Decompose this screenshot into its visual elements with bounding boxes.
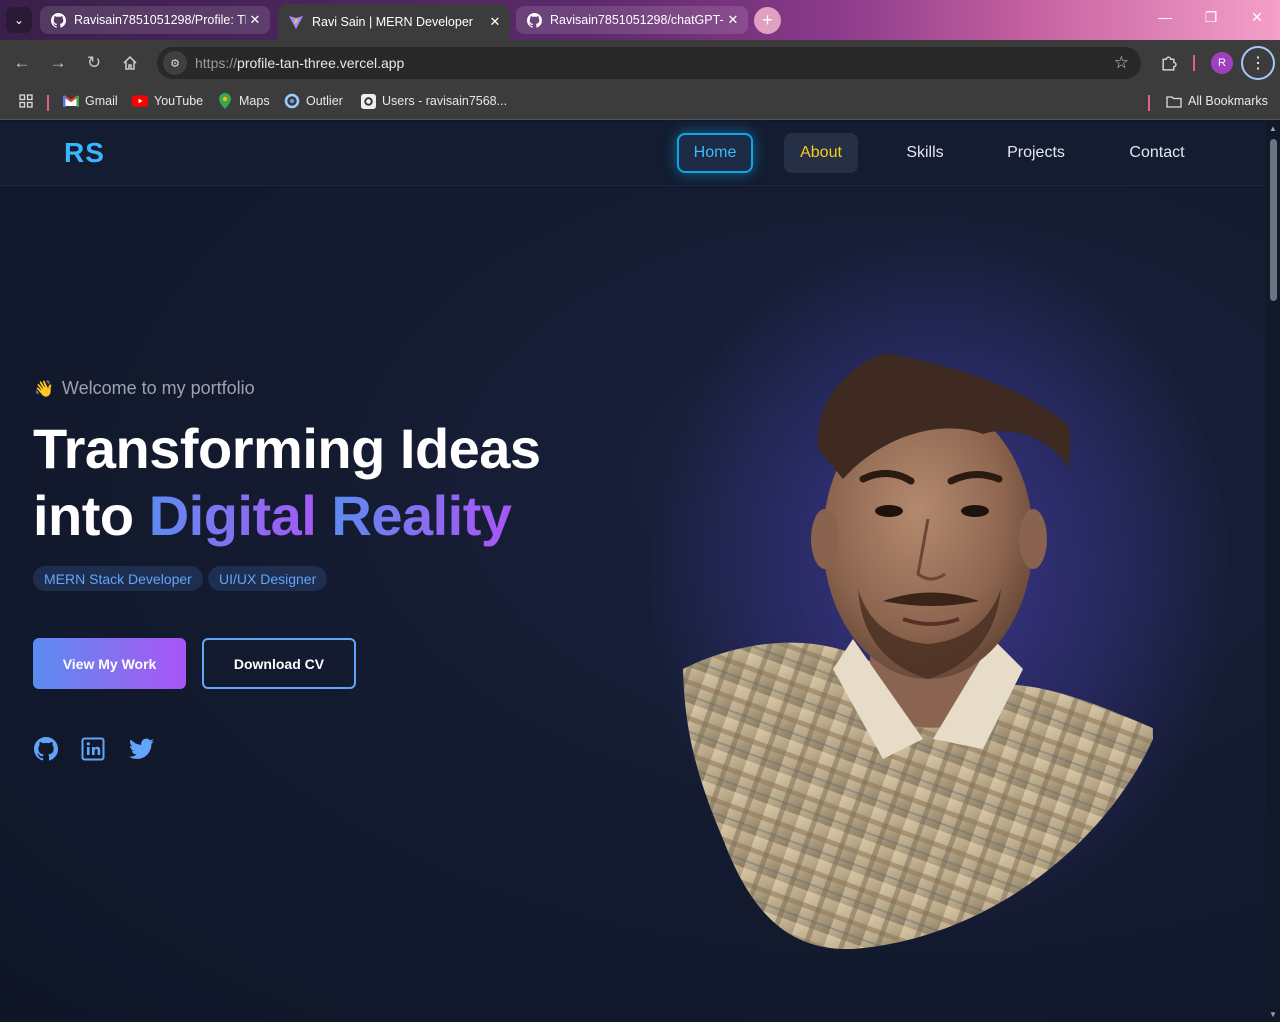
- minimize-button[interactable]: —: [1150, 9, 1180, 25]
- puzzle-icon: [1161, 55, 1177, 71]
- all-bookmarks-label: All Bookmarks: [1188, 94, 1268, 108]
- scroll-down-icon[interactable]: ▼: [1269, 1010, 1277, 1019]
- welcome-text: 👋 Welcome to my portfolio: [34, 378, 255, 399]
- waving-hand-icon: 👋: [34, 380, 54, 398]
- url-text[interactable]: https://profile-tan-three.vercel.app: [195, 55, 404, 71]
- github-icon: [50, 12, 66, 28]
- tab-search-button[interactable]: ⌄: [6, 7, 32, 33]
- bookmark-youtube[interactable]: YouTube: [132, 93, 203, 109]
- nav-skills[interactable]: Skills: [894, 133, 956, 173]
- bookmark-divider: [1148, 95, 1150, 111]
- bookmark-label: Outlier: [306, 94, 343, 108]
- bookmark-label: Maps: [239, 94, 270, 108]
- restore-button[interactable]: ❐: [1196, 9, 1226, 26]
- apps-grid-icon: [18, 93, 34, 109]
- download-cv-button[interactable]: Download CV: [202, 638, 356, 689]
- headline-line-1: Transforming Ideas: [33, 417, 541, 480]
- outlier-icon: [284, 93, 300, 109]
- github-icon: [526, 12, 542, 28]
- nav-contact[interactable]: Contact: [1118, 133, 1196, 173]
- bookmark-label: Gmail: [85, 94, 118, 108]
- plus-icon: +: [762, 10, 773, 30]
- profile-avatar[interactable]: R: [1211, 52, 1233, 74]
- gmail-icon: [63, 93, 79, 109]
- bookmark-users[interactable]: Users - ravisain7568...: [360, 93, 507, 109]
- nav-about[interactable]: About: [784, 133, 858, 173]
- all-bookmarks-button[interactable]: All Bookmarks: [1166, 93, 1268, 109]
- headline-into: into: [33, 484, 149, 547]
- address-bar[interactable]: ⚙ https://profile-tan-three.vercel.app ☆: [157, 47, 1141, 79]
- close-icon[interactable]: ✕: [724, 12, 742, 28]
- new-tab-button[interactable]: +: [754, 7, 781, 34]
- bookmark-outlier[interactable]: Outlier: [284, 93, 343, 109]
- tab-portfolio[interactable]: Ravi Sain | MERN Developer ✕: [278, 4, 510, 40]
- nav-home[interactable]: Home: [677, 133, 753, 173]
- arrow-right-icon: →: [49, 53, 67, 72]
- apps-button[interactable]: [18, 93, 40, 109]
- back-button[interactable]: ←: [10, 51, 34, 75]
- close-window-button[interactable]: ✕: [1242, 9, 1272, 26]
- scrollbar-thumb[interactable]: [1270, 139, 1277, 301]
- github-icon[interactable]: [33, 736, 59, 762]
- bookmarks-bar: Gmail YouTube Maps Outlier Users - ravis…: [0, 86, 1280, 120]
- hero-headline: Transforming Ideas into Digital Reality: [33, 415, 541, 549]
- tab-title: Ravisain7851051298/chatGPT-: [550, 13, 724, 27]
- linkedin-icon[interactable]: [80, 736, 106, 762]
- close-icon[interactable]: ✕: [246, 12, 264, 28]
- browser-toolbar: ← → ↻ ⚙ https://profile-tan-three.vercel…: [0, 40, 1280, 86]
- tab-chatgpt-repo[interactable]: Ravisain7851051298/chatGPT- ✕: [516, 6, 748, 34]
- site-logo[interactable]: RS: [64, 137, 105, 169]
- bookmark-maps[interactable]: Maps: [217, 93, 270, 109]
- headline-digital: Digital: [148, 484, 332, 547]
- nav-projects[interactable]: Projects: [996, 133, 1076, 173]
- role-tag-uiux: UI/UX Designer: [208, 566, 328, 591]
- browser-menu-button[interactable]: ⋮: [1241, 46, 1275, 80]
- site-info-icon[interactable]: ⚙: [163, 51, 187, 75]
- more-vertical-icon: ⋮: [1250, 55, 1266, 72]
- bookmark-gmail[interactable]: Gmail: [63, 93, 118, 109]
- tab-title: Ravisain7851051298/Profile: Th: [74, 13, 246, 27]
- profile-photo: [683, 343, 1154, 949]
- welcome-label: Welcome to my portfolio: [61, 378, 255, 398]
- home-icon: [123, 55, 137, 70]
- tab-title: Ravi Sain | MERN Developer: [312, 15, 473, 29]
- bookmark-label: YouTube: [154, 94, 204, 108]
- tab-strip: ⌄ Ravisain7851051298/Profile: Th ✕ Ravi …: [0, 0, 1280, 40]
- vite-icon: [288, 14, 304, 30]
- tab-profile-repo[interactable]: Ravisain7851051298/Profile: Th ✕: [40, 6, 270, 34]
- youtube-icon: [132, 93, 148, 109]
- twitter-icon[interactable]: [128, 736, 154, 762]
- settings-icon: [360, 93, 376, 109]
- chevron-down-icon: ⌄: [13, 13, 25, 27]
- site-navbar: RS Home About Skills Projects Contact: [0, 121, 1266, 186]
- maps-icon: [217, 93, 233, 109]
- arrow-left-icon: ←: [13, 53, 31, 72]
- bookmark-star-icon[interactable]: ☆: [1114, 53, 1129, 73]
- forward-button[interactable]: →: [46, 51, 70, 75]
- reload-icon: ↻: [86, 53, 102, 72]
- scroll-up-icon[interactable]: ▲: [1269, 124, 1277, 133]
- reload-button[interactable]: ↻: [82, 51, 106, 75]
- toolbar-divider: [1193, 55, 1195, 71]
- close-icon[interactable]: ✕: [486, 14, 504, 30]
- view-my-work-button[interactable]: View My Work: [33, 638, 186, 689]
- page-scrollbar[interactable]: ▲ ▼: [1266, 121, 1280, 1022]
- folder-icon: [1166, 93, 1182, 109]
- role-tag-mern: MERN Stack Developer: [33, 566, 203, 591]
- headline-reality: Reality: [331, 484, 512, 547]
- home-button[interactable]: [118, 51, 142, 75]
- extensions-button[interactable]: [1156, 51, 1180, 75]
- bookmark-label: Users - ravisain7568...: [382, 94, 508, 108]
- portfolio-page: RS Home About Skills Projects Contact 👋 …: [0, 121, 1280, 1022]
- bookmark-divider: [47, 95, 49, 111]
